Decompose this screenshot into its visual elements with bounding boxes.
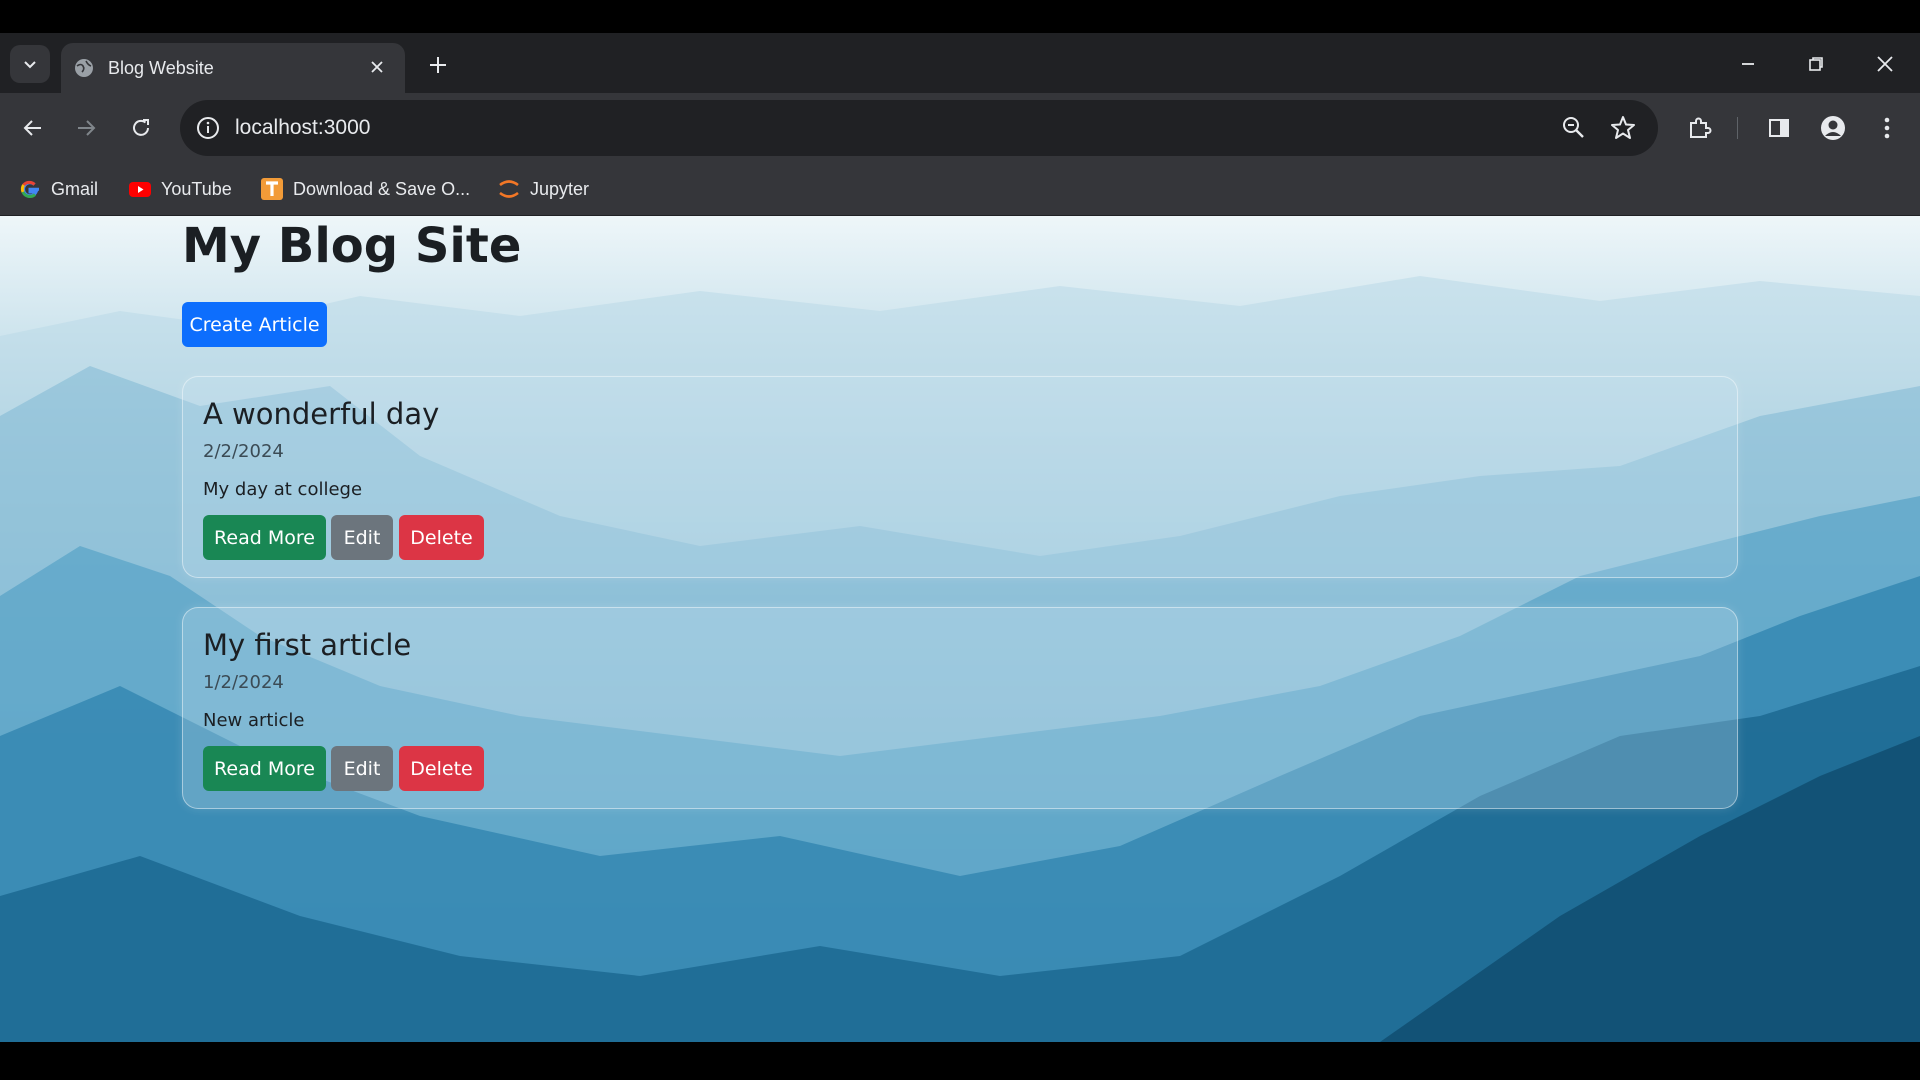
browser-toolbar: localhost:3000 <box>0 93 1920 163</box>
article-date: 2/2/2024 <box>203 441 284 462</box>
bookmark-gmail[interactable]: Gmail <box>18 173 98 205</box>
extensions-button[interactable] <box>1682 111 1716 145</box>
tab-search-button[interactable] <box>10 45 50 83</box>
reload-button[interactable] <box>124 111 158 145</box>
forward-button[interactable] <box>69 111 103 145</box>
close-icon <box>371 61 383 73</box>
menu-button[interactable] <box>1870 111 1904 145</box>
download-save-icon <box>261 178 283 200</box>
reload-icon <box>133 119 149 136</box>
puzzle-icon <box>1690 117 1712 138</box>
plus-icon <box>430 57 446 73</box>
bookmark-label: Jupyter <box>530 178 590 199</box>
restore-icon <box>1809 57 1823 71</box>
arrow-right-icon <box>78 120 96 136</box>
toolbar-separator <box>1737 117 1738 139</box>
bottom-black-bar <box>0 1042 1920 1080</box>
delete-button[interactable]: Delete <box>399 515 484 560</box>
back-button[interactable] <box>16 111 50 145</box>
bookmarks-bar: Gmail YouTube Download & Save O... Jupyt… <box>0 163 1920 216</box>
avatar-icon <box>1821 116 1845 140</box>
edit-button[interactable]: Edit <box>331 515 393 560</box>
restore-button[interactable] <box>1799 47 1833 81</box>
zoom-icon[interactable] <box>1560 114 1588 142</box>
close-icon <box>1877 56 1893 72</box>
youtube-icon <box>129 182 151 197</box>
address-bar[interactable]: localhost:3000 <box>180 100 1658 156</box>
article-description: My day at college <box>203 479 363 500</box>
article-description: New article <box>203 710 305 731</box>
jupyter-icon <box>499 180 519 198</box>
article-card: A wonderful day 2/2/2024 My day at colle… <box>182 376 1738 578</box>
side-panel-button[interactable] <box>1762 111 1796 145</box>
bookmark-jupyter[interactable]: Jupyter <box>497 173 589 205</box>
minimize-button[interactable] <box>1731 47 1765 81</box>
minimize-icon <box>1742 63 1754 65</box>
tab-strip: Blog Website <box>0 33 1920 93</box>
top-black-bar <box>0 0 1920 33</box>
bookmark-label: Download & Save O... <box>293 178 471 199</box>
article-card: My first article 1/2/2024 New article Re… <box>182 607 1738 809</box>
globe-icon <box>75 59 93 77</box>
edit-button[interactable]: Edit <box>331 746 393 791</box>
close-window-button[interactable] <box>1868 47 1902 81</box>
more-vertical-icon <box>1884 117 1890 139</box>
read-more-button[interactable]: Read More <box>203 746 326 791</box>
read-more-button[interactable]: Read More <box>203 515 326 560</box>
article-date: 1/2/2024 <box>203 672 284 693</box>
tab-title: Blog Website <box>108 58 214 78</box>
star-icon[interactable] <box>1609 114 1637 142</box>
chevron-down-icon <box>24 61 36 69</box>
article-title: My first article <box>203 628 412 662</box>
delete-button[interactable]: Delete <box>399 746 484 791</box>
tab-blog-website[interactable]: Blog Website <box>61 43 405 93</box>
bookmark-label: Gmail <box>51 178 99 199</box>
page-viewport: My Blog Site Create Article A wonderful … <box>0 216 1920 1042</box>
page-title: My Blog Site <box>182 218 522 274</box>
url-text[interactable]: localhost:3000 <box>235 116 370 140</box>
new-tab-button[interactable] <box>424 51 452 79</box>
bookmark-label: YouTube <box>161 178 232 199</box>
side-panel-icon <box>1769 119 1789 137</box>
profile-button[interactable] <box>1816 111 1850 145</box>
close-tab-button[interactable] <box>365 55 389 79</box>
info-icon[interactable] <box>194 114 222 142</box>
bookmark-download-save[interactable]: Download & Save O... <box>260 173 470 205</box>
google-icon <box>20 180 39 198</box>
bookmark-youtube[interactable]: YouTube <box>128 173 232 205</box>
arrow-left-icon <box>23 120 41 136</box>
article-title: A wonderful day <box>203 397 440 431</box>
create-article-button[interactable]: Create Article <box>182 302 327 347</box>
